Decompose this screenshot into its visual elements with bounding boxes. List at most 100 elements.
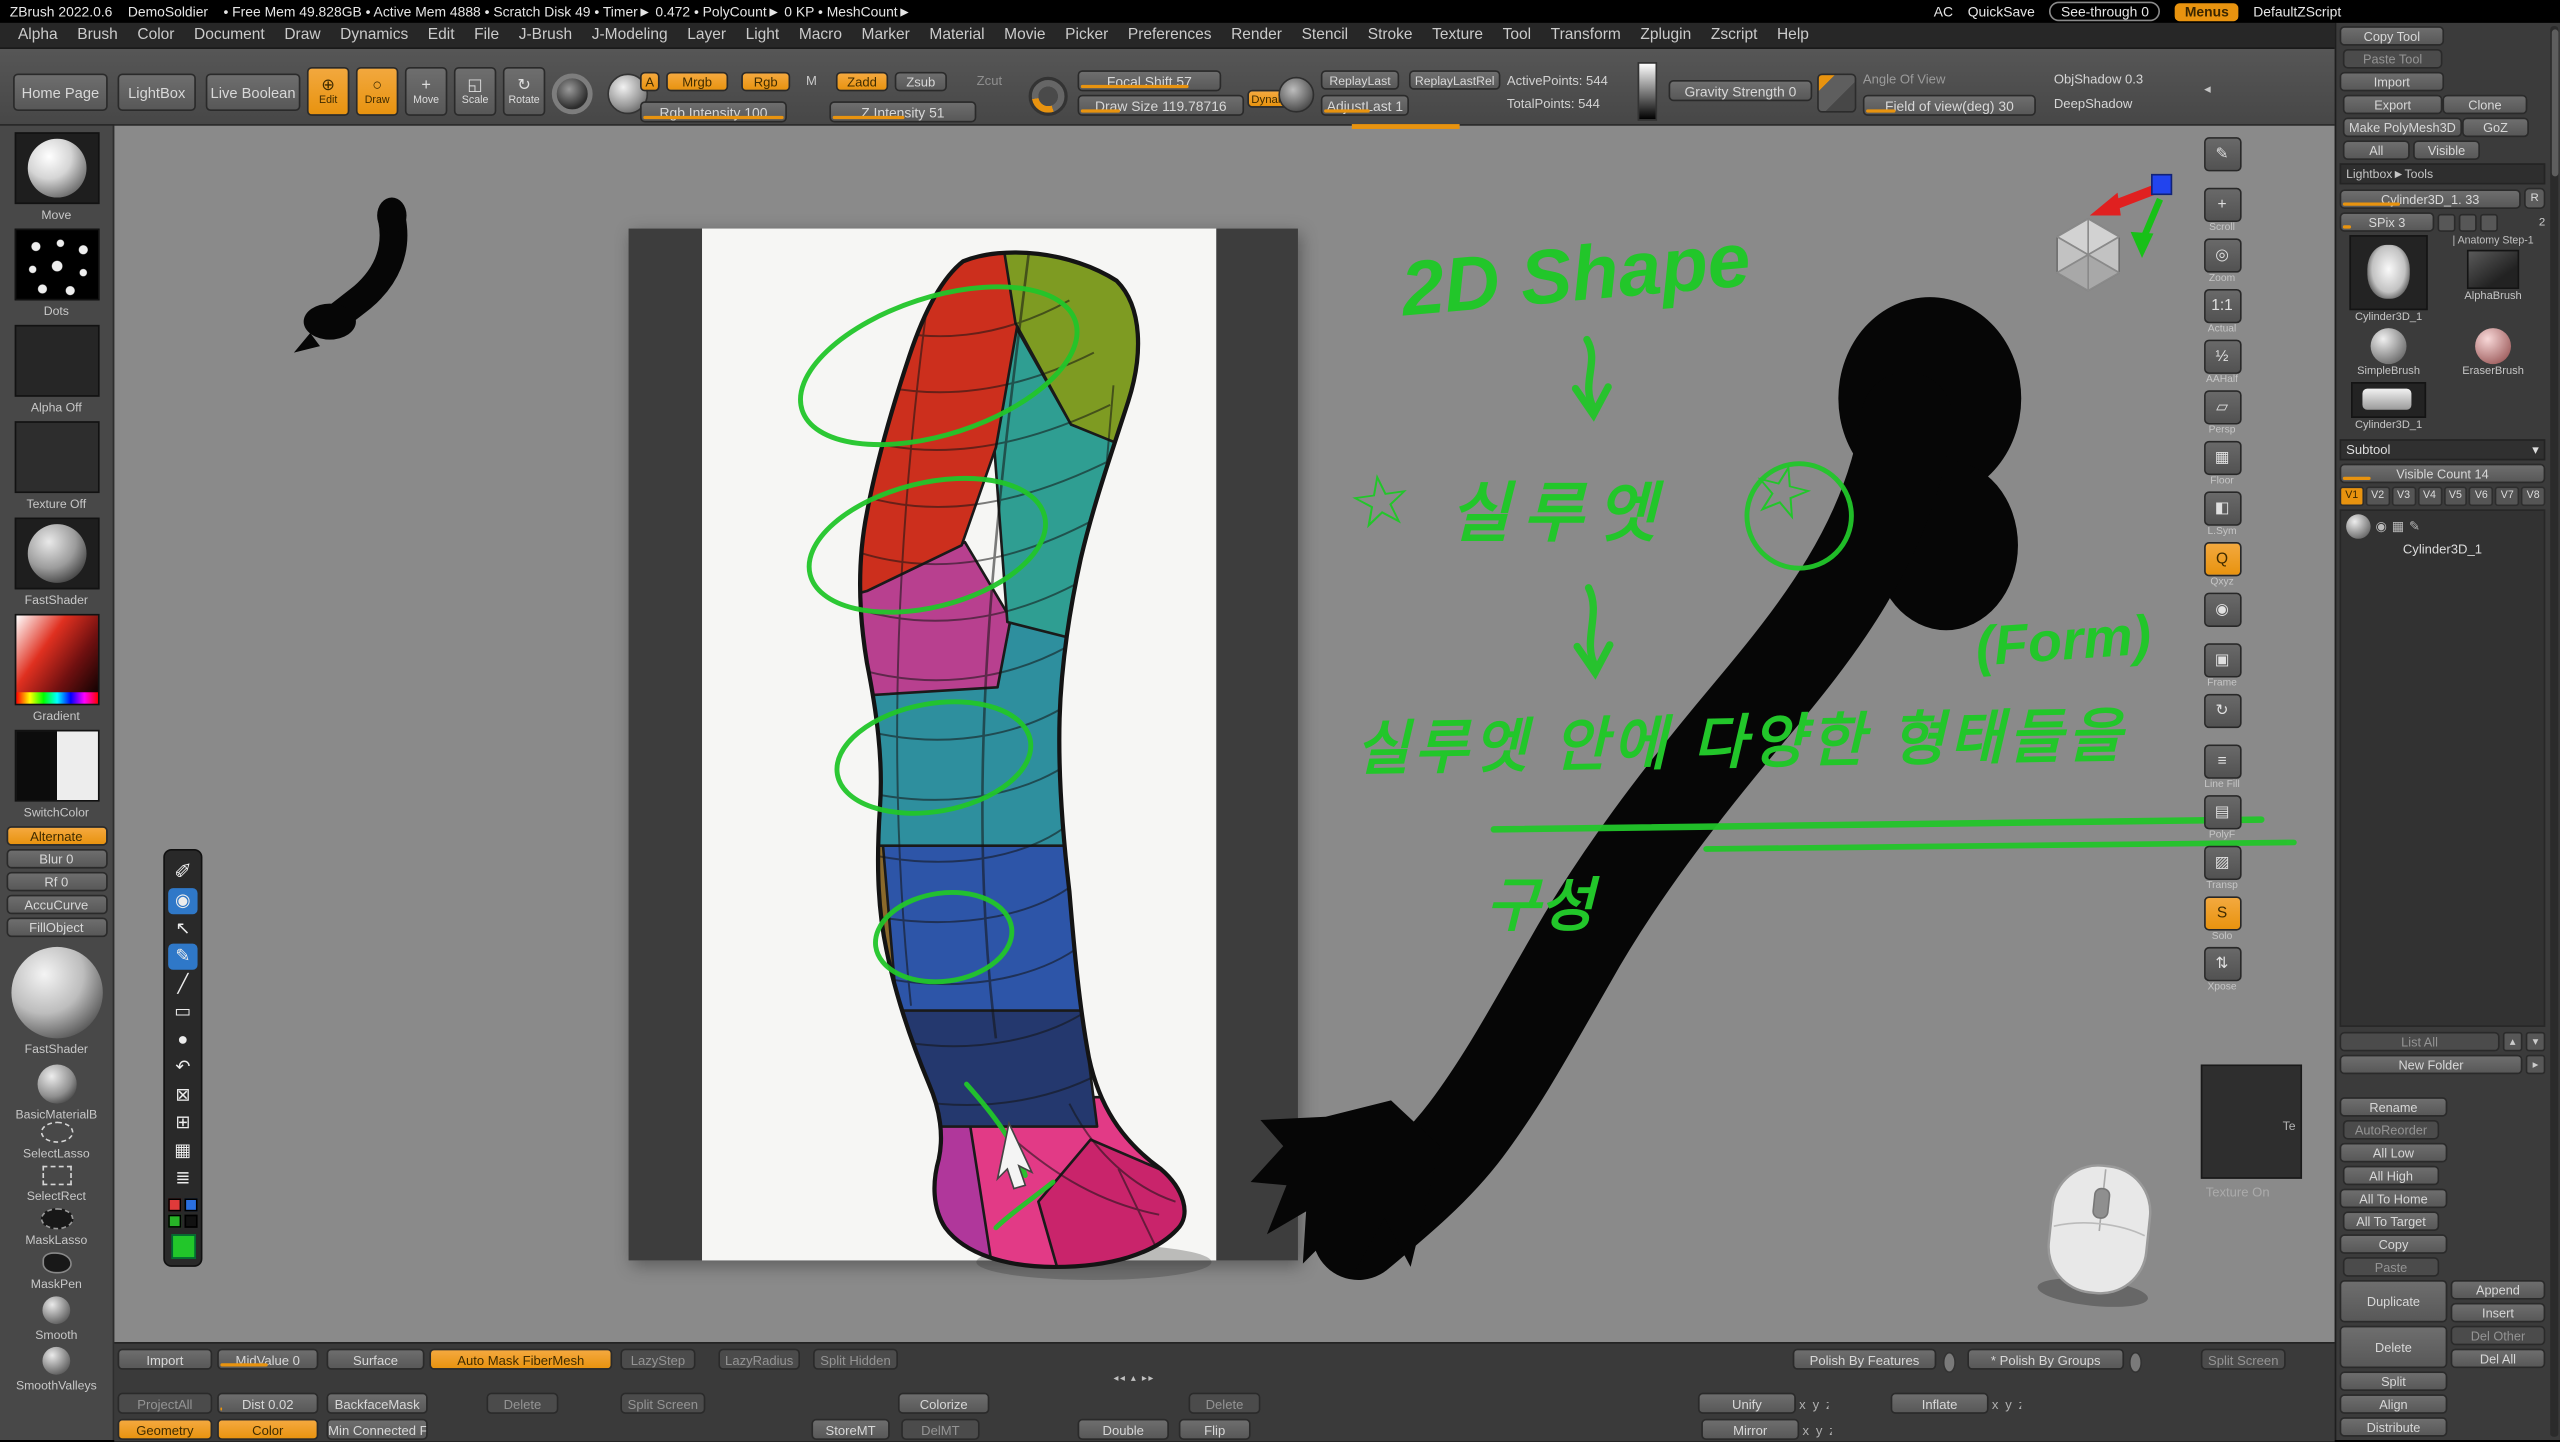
shelf-scroll-arrow-icon[interactable]: ◂ <box>2204 82 2211 97</box>
menu-item[interactable]: Edit <box>418 26 464 44</box>
material-sphere-small-icon[interactable] <box>37 1064 76 1103</box>
rf-slider[interactable]: Rf 0 <box>6 872 107 892</box>
shelf-tool-button[interactable]: ⇅ Xpose <box>2199 947 2245 993</box>
tray-button[interactable]: Split Screen <box>620 1393 705 1414</box>
tray-button[interactable]: Flip <box>1179 1419 1251 1440</box>
brush-thumb-item[interactable]: | Anatomy Step-1 AlphaBrush <box>2444 235 2542 323</box>
paint-button[interactable]: Rgb <box>741 72 790 92</box>
palette-tool-item[interactable]: SelectLasso <box>0 1122 113 1161</box>
subtool-action-button[interactable]: Paste <box>2343 1257 2439 1277</box>
subtool-action-button[interactable]: Align <box>2340 1394 2448 1414</box>
paint-button[interactable]: Zadd <box>836 72 888 92</box>
tray-button[interactable]: Surface <box>327 1349 425 1370</box>
subtool-action-button[interactable]: All Low <box>2340 1143 2448 1163</box>
menu-item[interactable]: Preferences <box>1118 26 1221 44</box>
tray-button[interactable]: BackfaceMask <box>327 1393 428 1414</box>
tray-button[interactable]: x y z <box>1802 1420 1831 1441</box>
tray-button[interactable]: Import <box>118 1349 213 1370</box>
lightbox-tools-strip[interactable]: Lightbox►Tools <box>2340 163 2546 184</box>
tray-button[interactable]: Polish By Features <box>1793 1349 1937 1370</box>
tray-button[interactable]: Colorize <box>898 1393 989 1414</box>
subtool-tab[interactable]: V2 <box>2366 487 2390 507</box>
shelf-tool-button[interactable]: ▣ Frame <box>2199 643 2245 689</box>
sculpt-icon[interactable]: ✎ <box>2409 519 2420 534</box>
delete-button[interactable]: Delete <box>2340 1326 2448 1368</box>
right-arrow-icon[interactable]: ▸ <box>2526 1055 2546 1075</box>
subtool-action-button[interactable]: Split <box>2340 1371 2448 1391</box>
mode-button[interactable]: + Move <box>405 67 447 116</box>
palette-tool-item[interactable]: MaskPen <box>0 1252 113 1291</box>
menu-item[interactable]: Stencil <box>1292 26 1358 44</box>
material-sphere-large-icon[interactable] <box>11 947 102 1038</box>
r-badge[interactable]: R <box>2524 188 2545 209</box>
tool-panel-button[interactable]: Import <box>2340 72 2444 92</box>
tray-button[interactable]: DelMT <box>901 1419 979 1440</box>
focal-shift-slider[interactable]: Focal Shift 57 <box>1078 70 1222 91</box>
pen-active-color-swatch[interactable] <box>171 1234 195 1258</box>
subtool-tab[interactable]: V6 <box>2469 487 2493 507</box>
tray-button[interactable]: Mirror <box>1701 1419 1799 1440</box>
palette-thumb-item[interactable]: Alpha Off <box>0 325 113 415</box>
shelf-tool-button[interactable]: S Solo <box>2199 896 2245 942</box>
focal-knob-icon[interactable] <box>1029 77 1068 116</box>
subtool-action-button[interactable]: All To Target <box>2343 1211 2439 1231</box>
spix-slider[interactable]: SPix 3 <box>2340 212 2435 232</box>
shelf-tool-button[interactable]: ✎ <box>2199 137 2245 183</box>
fillobject-button[interactable]: FillObject <box>6 918 107 938</box>
title-bar-item[interactable]: QuickSave <box>1968 3 2035 19</box>
paint-button[interactable]: M <box>800 72 823 92</box>
shelf-tool-button[interactable]: 1:1 Actual <box>2199 289 2245 335</box>
polypaint-icon[interactable]: ▦ <box>2392 519 2404 534</box>
del-other-button[interactable]: Del Other <box>2451 1326 2546 1346</box>
menu-item[interactable]: Brush <box>67 26 127 44</box>
paint-button[interactable]: Mrgb <box>666 72 728 92</box>
paint-button[interactable]: A <box>640 72 660 92</box>
menu-item[interactable]: Zplugin <box>1631 26 1701 44</box>
nav-button[interactable]: LightBox <box>118 73 196 111</box>
subtool-action-button[interactable]: Distribute <box>2340 1417 2448 1437</box>
pen-tool-icon[interactable]: ▦ <box>168 1138 197 1164</box>
pen-tool-icon[interactable]: ≣ <box>168 1166 197 1192</box>
menu-item[interactable]: Layer <box>677 26 735 44</box>
tray-button[interactable]: Double <box>1078 1419 1169 1440</box>
tray-button[interactable]: Unify <box>1698 1393 1796 1414</box>
rgb-intensity-slider[interactable]: Rgb Intensity 100 <box>640 101 787 122</box>
replay-button[interactable]: ReplayLastRel <box>1409 70 1500 90</box>
tray-button[interactable]: Geometry <box>118 1419 213 1440</box>
pen-tool-icon[interactable]: ✎ <box>168 944 197 970</box>
mode-button[interactable]: ⊕ Edit <box>307 67 349 116</box>
shelf-tool-button[interactable]: ↻ <box>2199 694 2245 740</box>
title-bar-item[interactable]: DefaultZScript <box>2253 3 2341 19</box>
append-button[interactable]: Append <box>2451 1280 2546 1300</box>
panel-scrollbar[interactable] <box>2550 26 2558 1437</box>
current-tool-slider[interactable]: Cylinder3D_1. 33 <box>2340 189 2521 209</box>
tray-button[interactable]: ProjectAll <box>118 1393 213 1414</box>
subtool-action-button[interactable]: Copy <box>2340 1234 2448 1254</box>
menu-item[interactable]: Picker <box>1055 26 1118 44</box>
menu-item[interactable]: Help <box>1767 26 1819 44</box>
tray-button[interactable]: Min Connected F <box>327 1419 428 1440</box>
paint-button[interactable]: Zcut <box>967 72 1013 92</box>
pen-tool-icon[interactable]: ↖ <box>168 916 197 942</box>
palette-thumb-item[interactable]: Texture Off <box>0 421 113 511</box>
tray-button[interactable]: x y z <box>1799 1394 1828 1415</box>
texture-on-label[interactable]: Texture On <box>2206 1185 2270 1200</box>
tray-button[interactable]: Auto Mask FiberMesh <box>429 1349 612 1370</box>
palette-tool-item[interactable]: SmoothValleys <box>0 1347 113 1393</box>
subtool-row[interactable]: ◉ ▦ ✎ <box>2341 514 2543 538</box>
tool-panel-button[interactable]: Paste Tool <box>2343 49 2443 69</box>
brush-thumb-item[interactable]: SimpleBrush <box>2340 328 2438 377</box>
duplicate-button[interactable]: Duplicate <box>2340 1280 2448 1322</box>
palette-thumb-item[interactable]: SwitchColor <box>0 730 113 820</box>
title-bar-item[interactable]: Menus <box>2175 2 2239 20</box>
menu-item[interactable]: Marker <box>852 26 920 44</box>
shelf-tool-button[interactable]: ◎ Zoom <box>2199 238 2245 284</box>
tray-button[interactable]: LazyStep <box>620 1349 695 1370</box>
tray-divider-arrows[interactable]: ◂◂ ▴ ▸▸ <box>1113 1373 1154 1384</box>
tray-button[interactable]: Inflate <box>1891 1393 1989 1414</box>
menu-item[interactable]: Stroke <box>1358 26 1422 44</box>
field-of-view-slider[interactable]: Field of view(deg) 30 <box>1863 95 2036 116</box>
perspective-icon[interactable] <box>1817 73 1856 112</box>
down-arrow-icon[interactable]: ▾ <box>2526 1032 2546 1052</box>
visible-count-slider[interactable]: Visible Count 14 <box>2340 464 2546 484</box>
